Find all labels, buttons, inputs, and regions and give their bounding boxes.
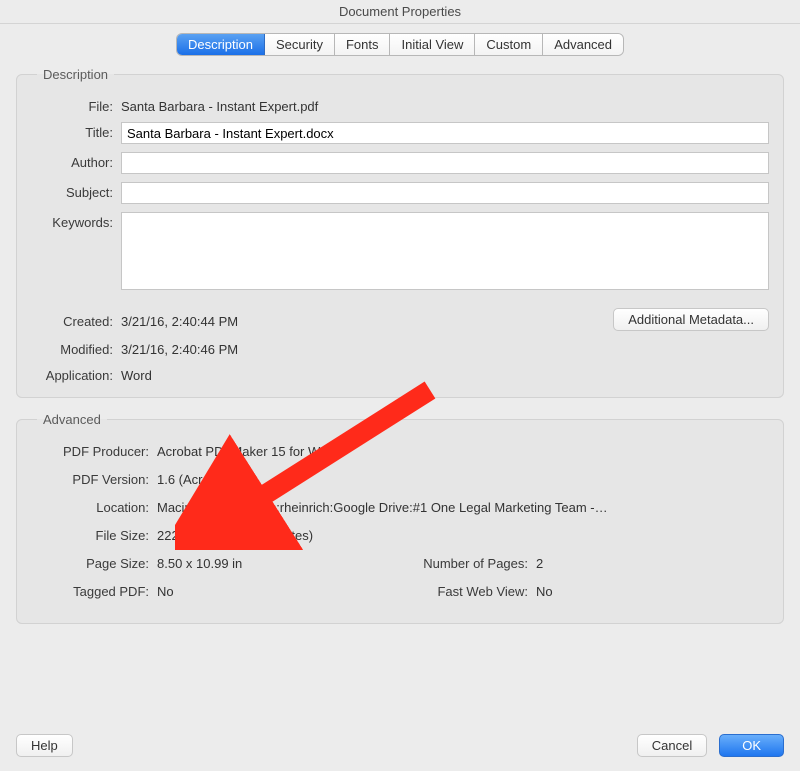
author-label: Author: (31, 152, 113, 170)
version-value: 1.6 (Acrobat 7.x) (157, 469, 769, 487)
modified-value: 3/21/16, 2:40:46 PM (121, 339, 769, 357)
additional-metadata-button[interactable]: Additional Metadata... (613, 308, 769, 331)
tab-advanced[interactable]: Advanced (543, 34, 623, 55)
tab-description[interactable]: Description (177, 34, 265, 55)
description-group: Description File: Santa Barbara - Instan… (16, 67, 784, 398)
cancel-button[interactable]: Cancel (637, 734, 707, 757)
application-label: Application: (31, 365, 113, 383)
help-button[interactable]: Help (16, 734, 73, 757)
numpages-label: Number of Pages: (400, 553, 528, 571)
filesize-label: File Size: (31, 525, 149, 543)
advanced-group: Advanced PDF Producer: Acrobat PDFMaker … (16, 412, 784, 624)
keywords-input[interactable] (121, 212, 769, 290)
tagged-label: Tagged PDF: (31, 581, 149, 599)
location-value: Macintosh HD:Users:rheinrich:Google Driv… (157, 497, 769, 515)
author-input[interactable] (121, 152, 769, 174)
dialog-footer: Help Cancel OK (0, 720, 800, 771)
tab-bar: Description Security Fonts Initial View … (177, 34, 623, 55)
tab-fonts[interactable]: Fonts (335, 34, 391, 55)
tagged-value: No (157, 581, 400, 599)
window-title: Document Properties (0, 0, 800, 24)
created-label: Created: (31, 311, 113, 329)
application-value: Word (121, 365, 769, 383)
tab-security[interactable]: Security (265, 34, 335, 55)
producer-label: PDF Producer: (31, 441, 149, 459)
keywords-label: Keywords: (31, 212, 113, 230)
file-value: Santa Barbara - Instant Expert.pdf (121, 96, 769, 114)
created-value: 3/21/16, 2:40:44 PM (121, 311, 238, 329)
tab-initial-view[interactable]: Initial View (390, 34, 475, 55)
modified-label: Modified: (31, 339, 113, 357)
filesize-value: 222.50 KB (227,841 Bytes) (157, 525, 769, 543)
pagesize-label: Page Size: (31, 553, 149, 571)
advanced-legend: Advanced (37, 412, 107, 427)
location-label: Location: (31, 497, 149, 515)
pagesize-value: 8.50 x 10.99 in (157, 553, 400, 571)
subject-input[interactable] (121, 182, 769, 204)
fastweb-value: No (536, 581, 769, 599)
numpages-value: 2 (536, 553, 769, 571)
file-label: File: (31, 96, 113, 114)
producer-value: Acrobat PDFMaker 15 for Word (157, 441, 769, 459)
ok-button[interactable]: OK (719, 734, 784, 757)
tabs-container: Description Security Fonts Initial View … (0, 24, 800, 67)
fastweb-label: Fast Web View: (400, 581, 528, 599)
subject-label: Subject: (31, 182, 113, 200)
title-label: Title: (31, 122, 113, 140)
description-legend: Description (37, 67, 114, 82)
version-label: PDF Version: (31, 469, 149, 487)
title-input[interactable] (121, 122, 769, 144)
tab-custom[interactable]: Custom (475, 34, 543, 55)
